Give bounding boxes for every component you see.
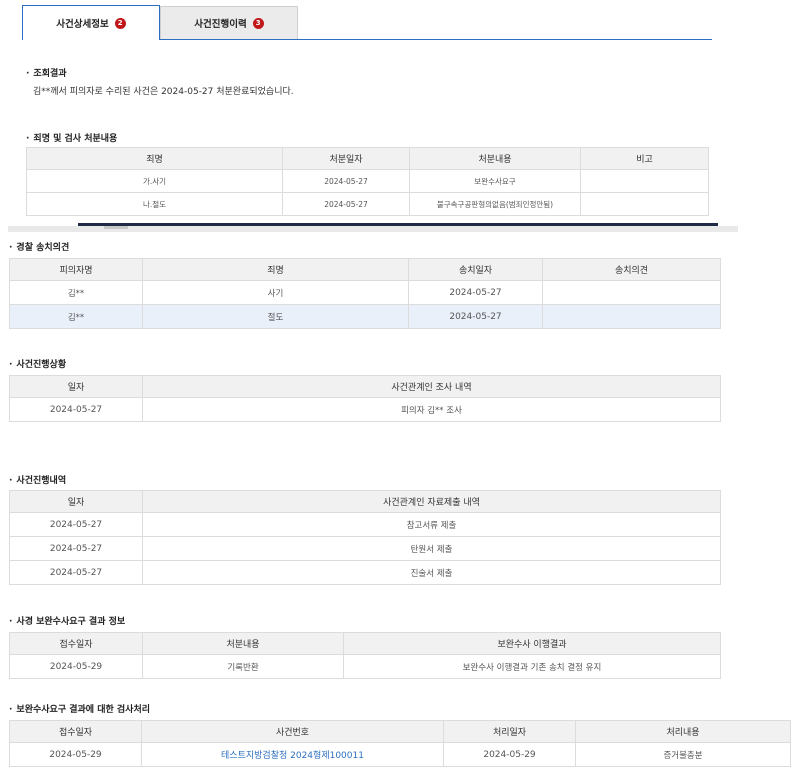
tab-bar: 사건상세정보 2 사건진행이력 3	[22, 5, 712, 40]
column-header: 죄명	[142, 258, 409, 281]
disposition-table: 죄명 처분일자 처분내용 비고 가.사기 2024-05-27 보완수사요구 나…	[26, 147, 709, 216]
table-cell: 증거불충분	[575, 742, 791, 767]
table-cell: 참고서류 제출	[142, 512, 721, 537]
table-cell	[580, 169, 709, 193]
table-cell: 가.사기	[26, 169, 283, 193]
table-header-row: 접수일자 처분내용 보완수사 이행결과	[9, 632, 721, 655]
section-title-disposition: 죄명 및 검사 처분내용	[26, 131, 117, 144]
table-cell: 2024-05-27	[408, 280, 543, 305]
column-header: 비고	[580, 147, 709, 170]
table-cell	[580, 192, 709, 216]
section-title-result: 조회결과	[26, 66, 66, 79]
tab-label: 사건진행이력	[194, 19, 247, 30]
column-header: 죄명	[26, 147, 283, 170]
history-table: 일자 사건관계인 자료제출 내역 2024-05-27 참고서류 제출 2024…	[9, 490, 721, 585]
table-cell: 2024-05-27	[282, 192, 410, 216]
prosecutor-table: 접수일자 사건번호 처리일자 처리내용 2024-05-29 테스트지방검찰청 …	[9, 720, 791, 767]
table-cell: 절도	[142, 304, 409, 329]
table-cell: 김**	[9, 280, 143, 305]
table-header-row: 일자 사건관계인 조사 내역	[9, 375, 721, 398]
column-header: 사건관계인 자료제출 내역	[142, 490, 721, 513]
tab-case-history[interactable]: 사건진행이력 3	[160, 6, 298, 39]
tab-case-detail[interactable]: 사건상세정보 2	[22, 5, 160, 40]
table-header-row: 일자 사건관계인 자료제출 내역	[9, 490, 721, 513]
table-row: 2024-05-29 테스트지방검찰청 2024형제100011 2024-05…	[9, 742, 791, 767]
table-cell: 2024-05-27	[9, 512, 143, 537]
table-row: 김** 사기 2024-05-27	[9, 280, 721, 305]
scrollbar-handle[interactable]	[104, 226, 128, 229]
column-header: 송치일자	[408, 258, 543, 281]
column-header: 처분내용	[142, 632, 344, 655]
table-cell: 2024-05-27	[9, 560, 143, 585]
table-row: 나.절도 2024-05-27 불구속구공판형의없음(범죄인정안됨)	[26, 192, 709, 216]
table-cell: 사기	[142, 280, 409, 305]
column-header: 처분내용	[409, 147, 581, 170]
column-header: 접수일자	[9, 720, 142, 743]
section-title-history: 사건진행내역	[9, 473, 66, 486]
table-row: 김** 절도 2024-05-27	[9, 304, 721, 329]
tab-count-badge: 3	[252, 17, 264, 29]
table-row: 2024-05-27 진술서 제출	[9, 560, 721, 585]
supplement-table: 접수일자 처분내용 보완수사 이행결과 2024-05-29 기록반환 보완수사…	[9, 632, 721, 679]
case-number-link[interactable]: 테스트지방검찰청 2024형제100011	[221, 751, 364, 761]
table-cell: 김**	[9, 304, 143, 329]
result-text: 김**께서 피의자로 수리된 사건은 2024-05-27 처분완료되었습니다.	[33, 87, 294, 97]
table-header-row: 죄명 처분일자 처분내용 비고	[26, 147, 709, 170]
police-table: 피의자명 죄명 송치일자 송치의견 김** 사기 2024-05-27 김** …	[9, 258, 721, 329]
section-title-police: 경찰 송치의견	[9, 240, 69, 253]
table-header-row: 피의자명 죄명 송치일자 송치의견	[9, 258, 721, 281]
table-cell	[542, 280, 721, 305]
table-cell: 2024-05-27	[9, 536, 143, 561]
column-header: 피의자명	[9, 258, 143, 281]
table-row: 2024-05-29 기록반환 보완수사 이행결과 기존 송치 결정 유지	[9, 654, 721, 679]
table-header-row: 접수일자 사건번호 처리일자 처리내용	[9, 720, 791, 743]
column-header: 일자	[9, 375, 143, 398]
tab-count-badge: 2	[114, 17, 126, 29]
column-header: 사건번호	[141, 720, 444, 743]
table-cell	[542, 304, 721, 329]
column-header: 보완수사 이행결과	[343, 632, 721, 655]
table-cell: 2024-05-29	[443, 742, 576, 767]
column-header: 송치의견	[542, 258, 721, 281]
horizontal-scrollbar-thumb[interactable]	[78, 223, 718, 226]
column-header: 처리내용	[575, 720, 791, 743]
table-cell: 진술서 제출	[142, 560, 721, 585]
tab-label: 사건상세정보	[56, 19, 109, 30]
column-header: 접수일자	[9, 632, 143, 655]
table-row: 가.사기 2024-05-27 보완수사요구	[26, 169, 709, 193]
section-title-status: 사건진행상황	[9, 357, 66, 370]
column-header: 사건관계인 조사 내역	[142, 375, 721, 398]
table-cell: 2024-05-29	[9, 654, 143, 679]
table-cell: 보완수사요구	[409, 169, 581, 193]
section-title-supplement: 사경 보완수사요구 결과 정보	[9, 614, 125, 627]
table-cell: 기록반환	[142, 654, 344, 679]
table-cell: 테스트지방검찰청 2024형제100011	[141, 742, 444, 767]
status-table: 일자 사건관계인 조사 내역 2024-05-27 피의자 김** 조사	[9, 375, 721, 422]
table-row: 2024-05-27 탄원서 제출	[9, 536, 721, 561]
table-cell: 2024-05-29	[9, 742, 142, 767]
table-cell: 2024-05-27	[408, 304, 543, 329]
table-row: 2024-05-27 참고서류 제출	[9, 512, 721, 537]
table-cell: 보완수사 이행결과 기존 송치 결정 유지	[343, 654, 721, 679]
table-cell: 탄원서 제출	[142, 536, 721, 561]
table-cell: 나.절도	[26, 192, 283, 216]
column-header: 처분일자	[282, 147, 410, 170]
column-header: 일자	[9, 490, 143, 513]
table-row: 2024-05-27 피의자 김** 조사	[9, 397, 721, 422]
table-cell: 피의자 김** 조사	[142, 397, 721, 422]
table-cell: 2024-05-27	[282, 169, 410, 193]
section-title-prosecutor: 보완수사요구 결과에 대한 검사처리	[9, 702, 150, 715]
column-header: 처리일자	[443, 720, 576, 743]
table-cell: 불구속구공판형의없음(범죄인정안됨)	[409, 192, 581, 216]
table-cell: 2024-05-27	[9, 397, 143, 422]
